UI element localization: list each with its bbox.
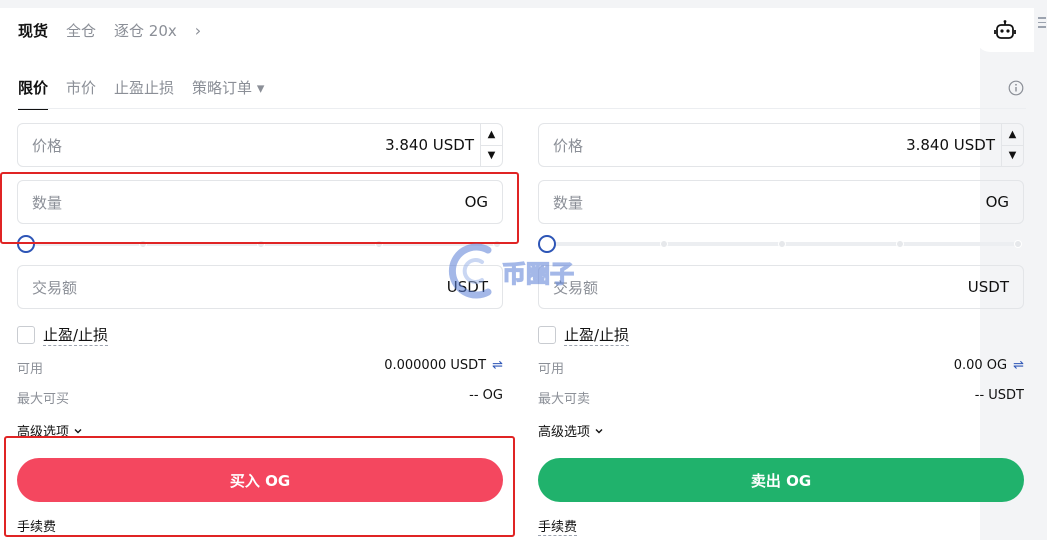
buy-price-up-button[interactable]: ▲ <box>481 124 502 146</box>
slider-tick[interactable] <box>896 240 904 248</box>
sell-quantity-unit: OG <box>985 193 1009 211</box>
swap-icon[interactable]: ⇌ <box>492 358 503 373</box>
sell-amount-input[interactable]: 交易额 USDT <box>538 265 1024 309</box>
sell-quantity-input[interactable]: 数量 OG <box>538 180 1024 224</box>
sell-max-label: 最大可卖 <box>538 392 591 407</box>
sell-amount-unit: USDT <box>967 278 1009 296</box>
sell-button[interactable]: 卖出 OG <box>538 458 1024 502</box>
sell-available-row: 可用 0.00 OG ⇌ <box>538 358 1024 377</box>
sell-amount-slider[interactable] <box>538 235 1024 253</box>
buy-tpsl-label: 止盈/止损 <box>43 326 109 346</box>
sell-advanced-options[interactable]: 高级选项 <box>538 421 604 440</box>
sell-max-value: -- USDT <box>974 388 1024 403</box>
highlight-box-buy <box>4 436 515 537</box>
trading-panel: 现货 全仓 逐仓 20x › 限价 市价 止盈止损 策略订单 ▾ 价格 3.84… <box>0 0 1047 540</box>
menu-icon[interactable] <box>1038 17 1046 31</box>
buy-max-value: -- OG <box>469 388 503 403</box>
chevron-down-icon <box>595 428 603 433</box>
sell-tpsl-checkbox[interactable] <box>538 326 556 344</box>
buy-available-value: 0.000000 USDT <box>384 358 487 373</box>
watermark: 币圈子 <box>448 240 575 302</box>
slider-tick[interactable] <box>1014 240 1022 248</box>
watermark-text: 币圈子 <box>501 259 574 288</box>
sell-advanced-label: 高级选项 <box>538 425 591 440</box>
sell-tpsl-toggle[interactable]: 止盈/止损 <box>538 324 630 346</box>
slider-tick[interactable] <box>778 240 786 248</box>
chevron-down-icon <box>74 428 82 433</box>
buy-price-down-button[interactable]: ▼ <box>481 146 502 167</box>
sell-available-label: 可用 <box>538 362 565 377</box>
slider-tick[interactable] <box>660 240 668 248</box>
buy-available-label: 可用 <box>17 362 44 377</box>
sell-price-label: 价格 <box>553 136 584 155</box>
buy-tpsl-checkbox[interactable] <box>17 326 35 344</box>
sell-price-input[interactable]: 价格 3.840 USDT ▲ ▼ <box>538 123 1024 167</box>
buy-available-row: 可用 0.000000 USDT ⇌ <box>17 358 503 377</box>
sell-fee-label[interactable]: 手续费 <box>538 516 578 536</box>
sell-price-value: 3.840 USDT <box>906 136 995 154</box>
sell-price-stepper: ▲ ▼ <box>1001 124 1023 166</box>
sell-price-down-button[interactable]: ▼ <box>1002 146 1023 167</box>
sell-available-value: 0.00 OG <box>953 358 1008 373</box>
buy-price-input[interactable]: 价格 3.840 USDT ▲ ▼ <box>17 123 503 167</box>
buy-tpsl-toggle[interactable]: 止盈/止损 <box>17 324 109 346</box>
buy-amount-input[interactable]: 交易额 USDT <box>17 265 503 309</box>
sell-quantity-label: 数量 <box>553 193 584 212</box>
sell-price-up-button[interactable]: ▲ <box>1002 124 1023 146</box>
buy-amount-label: 交易额 <box>32 278 78 297</box>
buy-price-value: 3.840 USDT <box>385 136 474 154</box>
watermark-logo-icon <box>448 243 492 299</box>
buy-max-label: 最大可买 <box>17 392 70 407</box>
buy-price-label: 价格 <box>32 136 63 155</box>
sell-tpsl-label: 止盈/止损 <box>564 326 630 346</box>
sell-max-row: 最大可卖 -- USDT <box>538 388 1024 407</box>
buy-max-row: 最大可买 -- OG <box>17 388 503 407</box>
sell-panel: 价格 3.840 USDT ▲ ▼ 数量 OG 交易额 USDT 止盈/止损 可… <box>538 0 1024 540</box>
buy-price-stepper: ▲ ▼ <box>480 124 502 166</box>
highlight-box-quantity <box>0 172 519 244</box>
swap-icon[interactable]: ⇌ <box>1013 358 1024 373</box>
